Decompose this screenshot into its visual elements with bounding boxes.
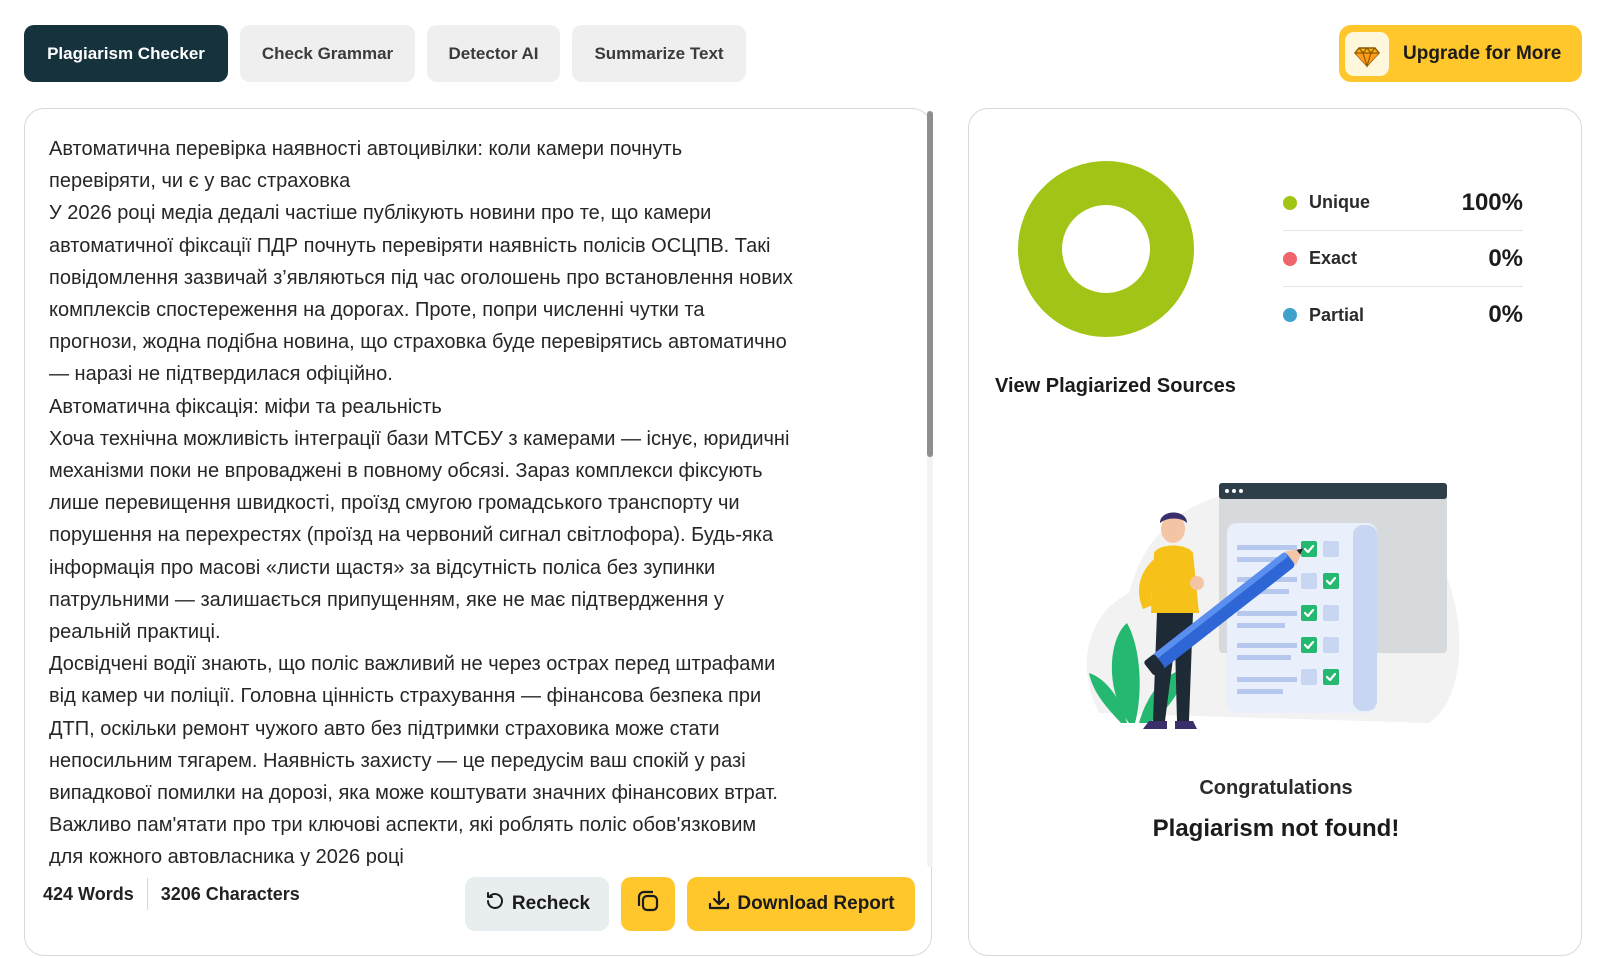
refresh-icon bbox=[484, 890, 506, 918]
download-report-label: Download Report bbox=[737, 893, 895, 914]
tab-check-grammar[interactable]: Check Grammar bbox=[240, 25, 415, 82]
editor-scrollbar-thumb[interactable] bbox=[927, 111, 933, 457]
copy-button[interactable] bbox=[621, 877, 675, 931]
download-icon bbox=[707, 889, 731, 919]
results-panel: Unique 100% Exact 0% Partial 0% View Pla… bbox=[968, 108, 1582, 956]
copy-icon bbox=[634, 887, 662, 921]
result-legend: Unique 100% Exact 0% Partial 0% bbox=[1283, 175, 1523, 343]
download-report-button[interactable]: Download Report bbox=[687, 877, 915, 931]
legend-label-partial: Partial bbox=[1309, 304, 1365, 325]
upgrade-label: Upgrade for More bbox=[1403, 42, 1562, 64]
legend-dot-partial bbox=[1283, 308, 1297, 322]
donut-segment-unique bbox=[1018, 161, 1194, 337]
tab-summarize-text[interactable]: Summarize Text bbox=[572, 25, 746, 82]
text-editor-panel: Автоматична перевірка наявності автоциві… bbox=[24, 108, 933, 956]
legend-label-exact: Exact bbox=[1309, 248, 1358, 268]
text-statistics: 424 Words 3206 Characters bbox=[43, 877, 300, 911]
tab-detector-ai[interactable]: Detector AI bbox=[427, 25, 560, 82]
legend-row-partial: Partial 0% bbox=[1283, 287, 1523, 343]
congratulations-text: Congratulations bbox=[1199, 777, 1353, 799]
tab-plagiarism-checker[interactable]: Plagiarism Checker bbox=[24, 25, 228, 82]
legend-value-exact: 0% bbox=[1488, 244, 1523, 272]
legend-value-unique: 100% bbox=[1461, 188, 1523, 216]
legend-row-unique: Unique 100% bbox=[1283, 175, 1523, 231]
legend-dot-exact bbox=[1283, 251, 1297, 266]
recheck-label: Recheck bbox=[511, 893, 591, 914]
legend-row-exact: Exact 0% bbox=[1283, 231, 1523, 287]
uniqueness-donut-chart bbox=[1018, 161, 1194, 337]
checklist-illustration bbox=[1086, 483, 1460, 729]
tool-tabs: Plagiarism Checker Check Grammar Detecto… bbox=[24, 25, 746, 82]
diamond-icon bbox=[1345, 31, 1389, 76]
editor-scrollbar[interactable] bbox=[927, 111, 933, 867]
divider bbox=[146, 878, 148, 910]
character-count: 3206 Characters bbox=[160, 883, 300, 904]
legend-value-partial: 0% bbox=[1488, 301, 1523, 328]
recheck-button[interactable]: Recheck bbox=[465, 877, 609, 931]
upgrade-button[interactable]: Upgrade for More bbox=[1339, 25, 1582, 82]
plagiarism-status-text: Plagiarism not found! bbox=[1152, 815, 1400, 842]
view-plagiarized-sources-link[interactable]: View Plagiarized Sources bbox=[995, 375, 1236, 398]
legend-dot-unique bbox=[1283, 195, 1297, 210]
legend-label-unique: Unique bbox=[1309, 192, 1370, 212]
text-input-area[interactable]: Автоматична перевірка наявності автоциві… bbox=[49, 133, 901, 866]
word-count: 424 Words bbox=[43, 883, 134, 904]
